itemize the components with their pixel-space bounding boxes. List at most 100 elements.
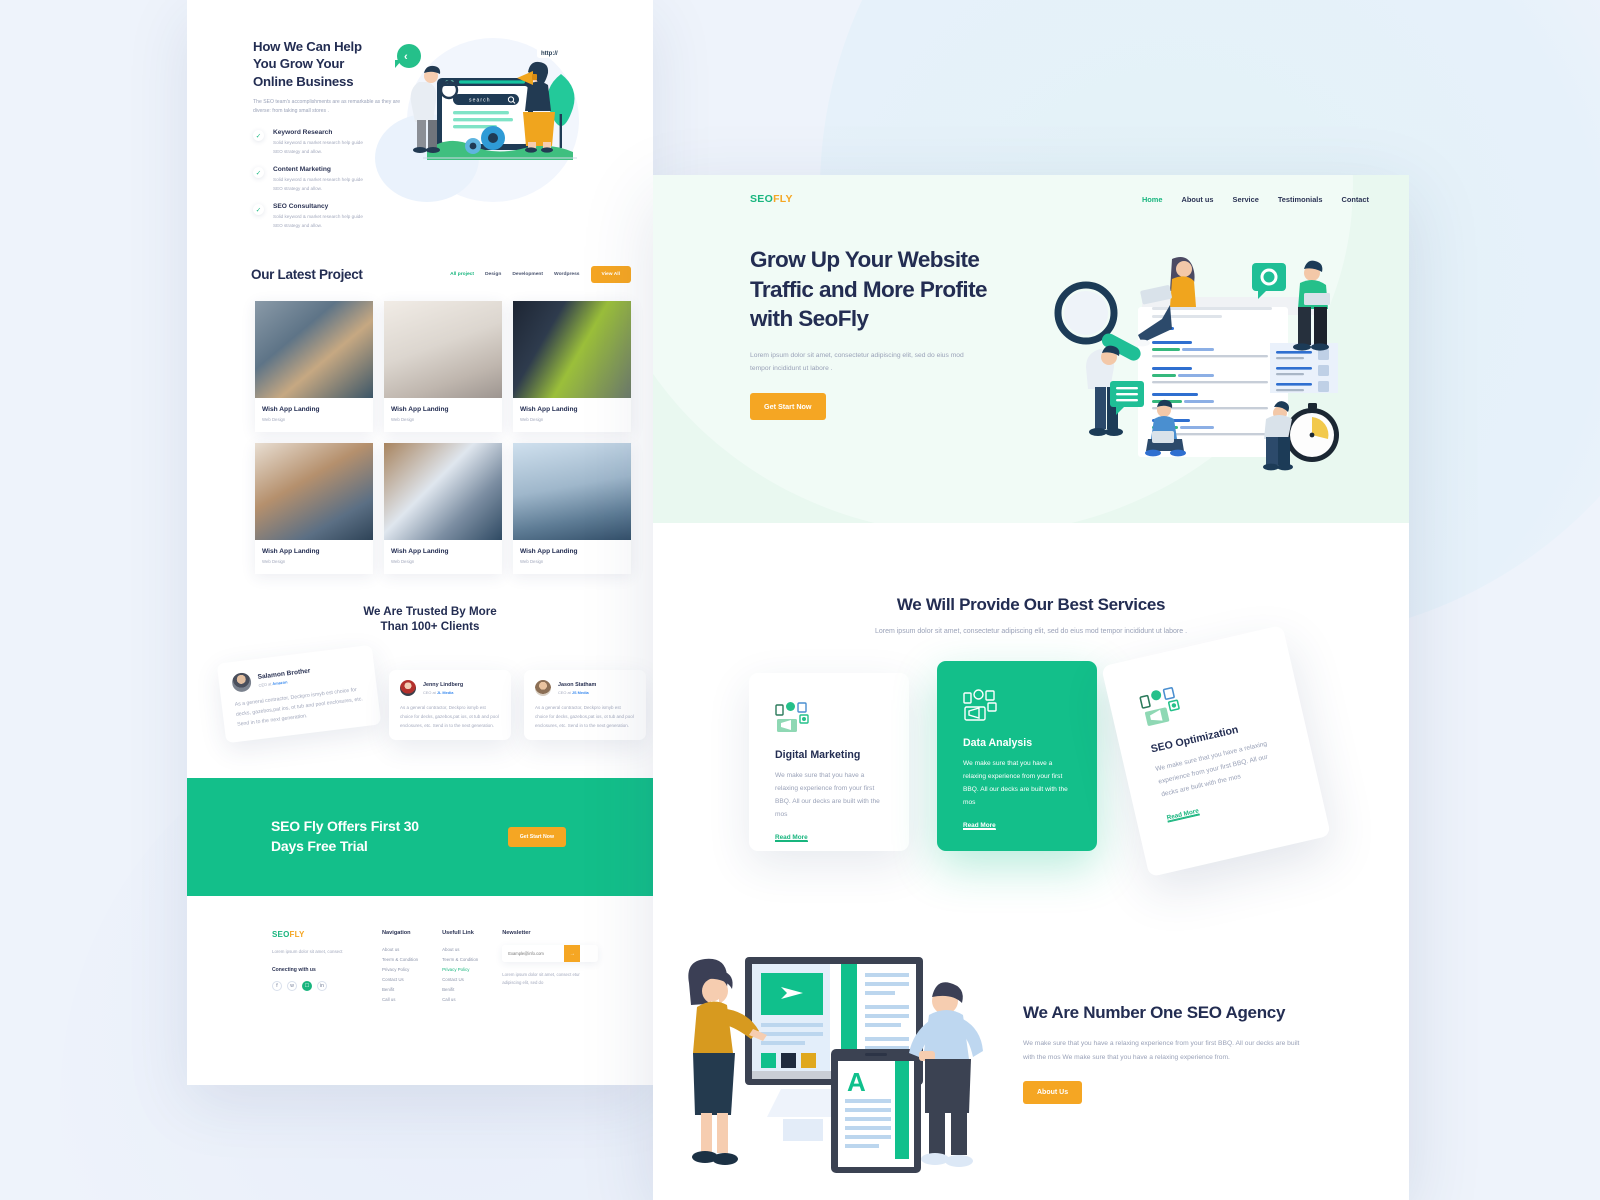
list-item: ✓ Keyword Research Solid keyword & marke… xyxy=(253,129,365,156)
footer-link[interactable]: Call us xyxy=(442,995,478,1005)
testimonial-card: Jason Statham CEO at JS Media As a gener… xyxy=(524,670,646,741)
twitter-icon[interactable]: w xyxy=(287,981,297,992)
footer-link[interactable]: Benifit xyxy=(382,985,418,995)
footer-link[interactable]: Privacy Policy xyxy=(382,965,418,975)
service-card-digital-marketing[interactable]: Digital Marketing We make sure that you … xyxy=(749,673,909,851)
tab-wordpress[interactable]: Wordpress xyxy=(554,272,579,277)
service-card-data-analysis[interactable]: Data Analysis We make sure that you have… xyxy=(937,661,1097,851)
project-card[interactable]: Wish App Landing Web Design xyxy=(384,442,502,574)
testimonials-section: We Are Trusted By More Than 100+ Clients… xyxy=(187,574,653,764)
instagram-icon[interactable]: ☐ xyxy=(302,981,312,992)
newsletter-email-input[interactable] xyxy=(502,945,565,963)
project-card[interactable]: Wish App Landing Web Design xyxy=(255,442,373,574)
project-thumbnail xyxy=(384,300,502,398)
testimonial-card: Jenny Lindberg CEO at JL Media As a gene… xyxy=(389,670,511,741)
project-thumbnail xyxy=(513,300,631,398)
tab-development[interactable]: Development xyxy=(512,272,543,277)
project-grid: Wish App Landing Web Design Wish App Lan… xyxy=(187,283,653,574)
testimonial-role: CEO at JS Media xyxy=(558,690,596,695)
hero-paragraph: Lorem ipsum dolor sit amet, consectetur … xyxy=(750,352,964,373)
project-title: Wish App Landing xyxy=(391,405,449,413)
footer-about-text: Lorem ipsum dolor sit amet, consect xyxy=(272,949,343,955)
digital-marketing-icon xyxy=(775,701,883,735)
service-title: Digital Marketing xyxy=(775,749,861,761)
footer-link[interactable]: About us xyxy=(442,945,478,955)
agency-section: A We Are Number One SEO Agency We make s… xyxy=(653,935,1409,1183)
check-icon: ✓ xyxy=(253,167,264,179)
footer-link[interactable]: Contact Us xyxy=(382,975,418,985)
get-start-now-button[interactable]: Get Start Now xyxy=(750,392,826,420)
data-analysis-icon xyxy=(963,689,1071,723)
tab-design[interactable]: Design xyxy=(485,272,501,277)
testimonial-name: Jenny Lindberg xyxy=(423,681,464,688)
company-name: Amazon xyxy=(271,678,288,686)
get-start-now-button[interactable]: Get Start Now xyxy=(507,827,566,848)
about-us-button[interactable]: About Us xyxy=(1023,1080,1083,1104)
latest-project-section: Our Latest Project All project Design De… xyxy=(187,240,653,574)
feature-title: SEO Consultancy xyxy=(273,203,329,211)
nav-item-home[interactable]: Home xyxy=(1142,195,1163,204)
footer-link[interactable]: Call us xyxy=(382,995,418,1005)
project-card[interactable]: Wish App Landing Web Design xyxy=(513,442,631,574)
project-thumbnail xyxy=(255,442,373,540)
read-more-link[interactable]: Read More xyxy=(1165,807,1200,823)
project-card[interactable]: Wish App Landing Web Design xyxy=(255,300,373,432)
service-card-seo-optimization[interactable]: SEO Optimization We make sure that you h… xyxy=(1101,624,1331,878)
footer-brand-column: SEOFLY Lorem ipsum dolor sit amet, conse… xyxy=(272,930,358,1004)
service-title: Data Analysis xyxy=(963,737,1033,749)
footer-link-active[interactable]: Privacy Policy xyxy=(442,965,478,975)
how-we-help-section: How We Can Help You Grow Your Online Bus… xyxy=(187,0,653,240)
footer-link[interactable]: Benifit xyxy=(442,985,478,995)
footer-newsletter-title: Newsletter xyxy=(502,930,531,937)
read-more-link[interactable]: Read More xyxy=(775,834,808,843)
nav-item-service[interactable]: Service xyxy=(1233,195,1259,204)
service-desc: We make sure that you have a relaxing ex… xyxy=(963,760,1068,806)
footer-social-links: f w ☐ in xyxy=(272,981,358,992)
tab-all-project[interactable]: All project xyxy=(450,272,474,277)
footer-link[interactable]: Contact Us xyxy=(442,975,478,985)
read-more-link[interactable]: Read More xyxy=(963,822,996,831)
project-category: Web Design xyxy=(391,416,415,422)
project-category: Web Design xyxy=(520,558,544,564)
facebook-icon[interactable]: f xyxy=(272,981,282,992)
feature-title: Keyword Research xyxy=(273,129,333,137)
check-icon: ✓ xyxy=(253,204,264,216)
project-card[interactable]: Wish App Landing Web Design xyxy=(513,300,631,432)
feature-list: ✓ Keyword Research Solid keyword & marke… xyxy=(253,129,365,230)
view-all-button[interactable]: View All xyxy=(590,265,631,283)
nav-item-testimonials[interactable]: Testimonials xyxy=(1278,195,1323,204)
footer: SEOFLY Lorem ipsum dolor sit amet, conse… xyxy=(187,896,653,1004)
section-title: Our Latest Project xyxy=(251,266,363,282)
service-cards: Digital Marketing We make sure that you … xyxy=(653,624,1409,935)
nav-item-contact[interactable]: Contact xyxy=(1341,195,1369,204)
company-name: JL Media xyxy=(436,689,454,695)
nav-menu: Home About us Service Testimonials Conta… xyxy=(1142,195,1369,204)
footer-navigation-column: Navigation About us Teerm & Condition Pr… xyxy=(382,930,418,1004)
project-title: Wish App Landing xyxy=(520,405,578,413)
project-thumbnail xyxy=(513,442,631,540)
footer-link[interactable]: Teerm & Condition xyxy=(442,955,478,965)
project-card[interactable]: Wish App Landing Web Design xyxy=(384,300,502,432)
list-item: ✓ Content Marketing Solid keyword & mark… xyxy=(253,166,365,193)
project-title: Wish App Landing xyxy=(262,405,320,413)
testimonial-quote: As a general contractor, Deckpro ismyb e… xyxy=(234,687,364,729)
linkedin-icon[interactable]: in xyxy=(317,981,327,992)
illustration-letter-a: A xyxy=(847,1067,866,1097)
left-page-mockup: How We Can Help You Grow Your Online Bus… xyxy=(187,0,653,1085)
project-category: Web Design xyxy=(262,416,286,422)
footer-logo[interactable]: SEOFLY xyxy=(272,930,358,939)
project-category: Web Design xyxy=(520,416,544,422)
site-logo[interactable]: SEOFLY xyxy=(750,193,793,205)
agency-heading: We Are Number One SEO Agency xyxy=(1023,1003,1286,1022)
logo-text-seo: SEO xyxy=(272,930,290,940)
role-prefix: CEO at xyxy=(258,680,273,688)
footer-link[interactable]: Teerm & Condition xyxy=(382,955,418,965)
agency-paragraph: We make sure that you have a relaxing ex… xyxy=(1023,1040,1300,1062)
footer-useful-links: About us Teerm & Condition Privacy Polic… xyxy=(442,945,478,1004)
footer-connect-title: Conecting with us xyxy=(272,967,316,974)
newsletter-submit-button[interactable]: → xyxy=(564,945,581,963)
seo-team-illustration: search ‹ http:// xyxy=(365,38,653,202)
footer-link[interactable]: About us xyxy=(382,945,418,955)
nav-item-about-us[interactable]: About us xyxy=(1182,195,1214,204)
feature-desc: Solid keyword & market research help gui… xyxy=(273,140,363,154)
